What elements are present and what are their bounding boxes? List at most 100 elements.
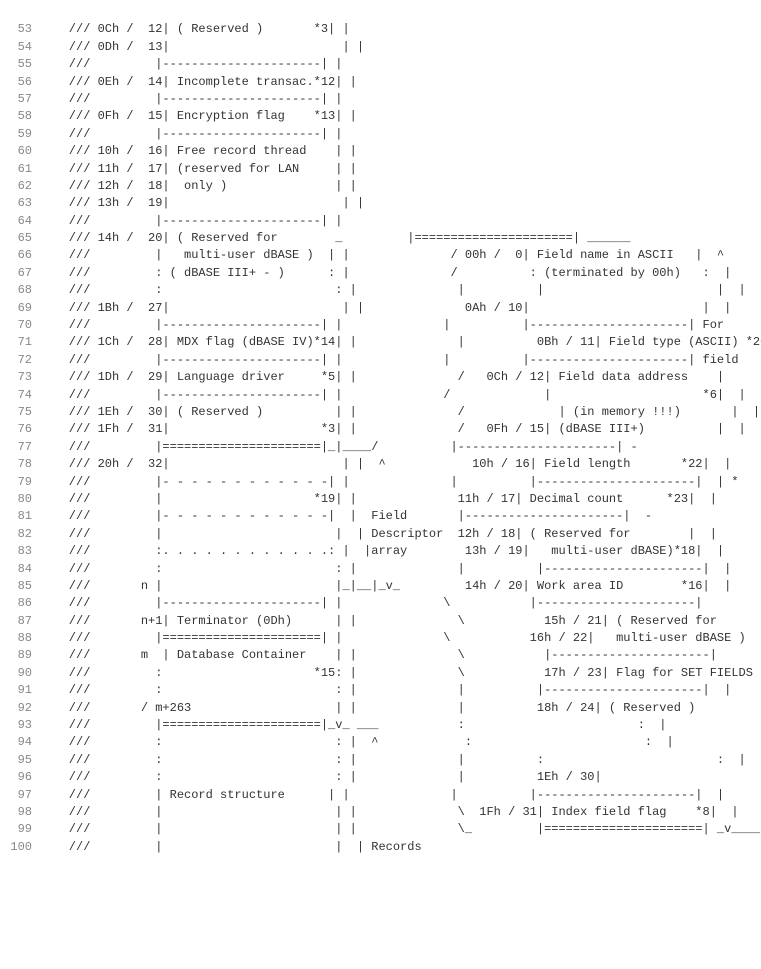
line-number: 57 bbox=[4, 91, 40, 108]
line-content: /// : : | | 1Eh / 30| | | bbox=[40, 769, 761, 786]
line-number: 76 bbox=[4, 421, 40, 438]
line-content: /// |----------------------| | | |------… bbox=[40, 352, 757, 369]
line: 85 /// n | |_|__|_v_ 14h / 20| Work area… bbox=[0, 578, 761, 595]
line-number: 98 bbox=[4, 804, 40, 821]
line-content: /// m | Database Container | | \ |------… bbox=[40, 647, 757, 664]
line: 91 /// : : | | |----------------------| … bbox=[0, 682, 761, 699]
line-number: 63 bbox=[4, 195, 40, 212]
line-content: /// 10h / 16| Free record thread | | bbox=[40, 143, 757, 160]
line: 67 /// : ( dBASE III+ - ) : | / : (termi… bbox=[0, 265, 761, 282]
line: 96 /// : : | | 1Eh / 30| | | bbox=[0, 769, 761, 786]
line-number: 86 bbox=[4, 595, 40, 612]
line-number: 60 bbox=[4, 143, 40, 160]
line-content: /// : : | | |----------------------| | bbox=[40, 561, 757, 578]
line-content: /// / m+263 | | | 18h / 24| ( Reserved )… bbox=[40, 700, 761, 717]
line-number: 59 bbox=[4, 126, 40, 143]
line-content: /// 0Fh / 15| Encryption flag *13| | bbox=[40, 108, 757, 125]
line: 81 /// |- - - - - - - - - - - -| | Field… bbox=[0, 508, 761, 525]
code-view: 53 /// 0Ch / 12| ( Reserved ) *3| |54 //… bbox=[0, 0, 761, 860]
line: 64 /// |----------------------| | bbox=[0, 213, 761, 230]
line-content: /// |======================|_v_ ___ : : … bbox=[40, 717, 757, 734]
line: 73 /// 1Dh / 29| Language driver *5| | /… bbox=[0, 369, 761, 386]
line-content: /// 1Dh / 29| Language driver *5| | / 0C… bbox=[40, 369, 757, 386]
line-number: 67 bbox=[4, 265, 40, 282]
line-number: 54 bbox=[4, 39, 40, 56]
line: 79 /// |- - - - - - - - - - - -| | | |--… bbox=[0, 474, 761, 491]
line: 95 /// : : | | : : | bbox=[0, 752, 761, 769]
line-number: 82 bbox=[4, 526, 40, 543]
line: 71 /// 1Ch / 28| MDX flag (dBASE IV)*14|… bbox=[0, 334, 761, 351]
line: 69 /// 1Bh / 27| | | 0Ah / 10| | | bbox=[0, 300, 761, 317]
line-number: 90 bbox=[4, 665, 40, 682]
line-number: 75 bbox=[4, 404, 40, 421]
line-content: /// | | | Descriptor 12h / 18| ( Reserve… bbox=[40, 526, 757, 543]
line-content: /// : ( dBASE III+ - ) : | / : (terminat… bbox=[40, 265, 757, 282]
line: 77 /// |======================|_|____/ |… bbox=[0, 439, 761, 456]
line-number: 69 bbox=[4, 300, 40, 317]
line: 54 /// 0Dh / 13| | | bbox=[0, 39, 761, 56]
line-number: 81 bbox=[4, 508, 40, 525]
line-content: /// |----------------------| | \ |------… bbox=[40, 595, 757, 612]
line-content: /// 14h / 20| ( Reserved for _ |========… bbox=[40, 230, 757, 247]
line-number: 58 bbox=[4, 108, 40, 125]
line: 89 /// m | Database Container | | \ |---… bbox=[0, 647, 761, 664]
line: 90 /// : *15: | \ 17h / 23| Flag for SET… bbox=[0, 665, 761, 682]
line: 86 /// |----------------------| | \ |---… bbox=[0, 595, 761, 612]
line-content: /// |- - - - - - - - - - - -| | | |-----… bbox=[40, 474, 757, 491]
line-content: /// : : | ^ : : | bbox=[40, 734, 757, 751]
line-number: 68 bbox=[4, 282, 40, 299]
line-number: 83 bbox=[4, 543, 40, 560]
line: 92 /// / m+263 | | | 18h / 24| ( Reserve… bbox=[0, 700, 761, 717]
line-number: 94 bbox=[4, 734, 40, 751]
line-number: 53 bbox=[4, 21, 40, 38]
line: 74 /// |----------------------| | / | *6… bbox=[0, 387, 761, 404]
line: 82 /// | | | Descriptor 12h / 18| ( Rese… bbox=[0, 526, 761, 543]
line-content: /// | | | \ 1Fh / 31| Index field flag *… bbox=[40, 804, 757, 821]
line-content: /// |----------------------| | bbox=[40, 126, 757, 143]
line: 56 /// 0Eh / 14| Incomplete transac.*12|… bbox=[0, 74, 761, 91]
line-content: /// |======================|_|____/ |---… bbox=[40, 439, 757, 456]
line: 59 /// |----------------------| | bbox=[0, 126, 761, 143]
line-number: 74 bbox=[4, 387, 40, 404]
line-content: /// |----------------------| | | |------… bbox=[40, 317, 757, 334]
line-content: /// 1Eh / 30| ( Reserved ) | | / | (in m… bbox=[40, 404, 760, 421]
line-content: /// 0Dh / 13| | | bbox=[40, 39, 757, 56]
line-content: /// | | | Records bbox=[40, 839, 757, 856]
line: 63 /// 13h / 19| | | bbox=[0, 195, 761, 212]
line-number: 71 bbox=[4, 334, 40, 351]
line: 61 /// 11h / 17| (reserved for LAN | | bbox=[0, 161, 761, 178]
line: 62 /// 12h / 18| only ) | | bbox=[0, 178, 761, 195]
line-number: 89 bbox=[4, 647, 40, 664]
line: 72 /// |----------------------| | | |---… bbox=[0, 352, 761, 369]
line: 97 /// | Record structure | | | |-------… bbox=[0, 787, 761, 804]
line: 76 /// 1Fh / 31| *3| | / 0Fh / 15| (dBAS… bbox=[0, 421, 761, 438]
line-content: /// 1Fh / 31| *3| | / 0Fh / 15| (dBASE I… bbox=[40, 421, 757, 438]
line-content: /// | multi-user dBASE ) | | / 00h / 0| … bbox=[40, 247, 757, 264]
line-number: 65 bbox=[4, 230, 40, 247]
line: 93 /// |======================|_v_ ___ :… bbox=[0, 717, 761, 734]
line-content: /// | Record structure | | | |----------… bbox=[40, 787, 757, 804]
line-content: /// : *15: | \ 17h / 23| Flag for SET FI… bbox=[40, 665, 761, 682]
line-content: /// |----------------------| | bbox=[40, 213, 757, 230]
line-number: 66 bbox=[4, 247, 40, 264]
line-content: /// : : | | | | | bbox=[40, 282, 757, 299]
line-content: /// 20h / 32| | | ^ 10h / 16| Field leng… bbox=[40, 456, 757, 473]
line-content: /// : : | | |----------------------| | bbox=[40, 682, 757, 699]
line: 68 /// : : | | | | | bbox=[0, 282, 761, 299]
line-number: 85 bbox=[4, 578, 40, 595]
line: 65 /// 14h / 20| ( Reserved for _ |=====… bbox=[0, 230, 761, 247]
line-number: 72 bbox=[4, 352, 40, 369]
line: 94 /// : : | ^ : : | bbox=[0, 734, 761, 751]
line-number: 56 bbox=[4, 74, 40, 91]
line-number: 92 bbox=[4, 700, 40, 717]
line-number: 87 bbox=[4, 613, 40, 630]
line: 66 /// | multi-user dBASE ) | | / 00h / … bbox=[0, 247, 761, 264]
line: 53 /// 0Ch / 12| ( Reserved ) *3| | bbox=[0, 21, 761, 38]
line: 58 /// 0Fh / 15| Encryption flag *13| | bbox=[0, 108, 761, 125]
line-content: /// 11h / 17| (reserved for LAN | | bbox=[40, 161, 757, 178]
line: 84 /// : : | | |----------------------| … bbox=[0, 561, 761, 578]
line-content: /// |----------------------| | bbox=[40, 56, 757, 73]
line-number: 79 bbox=[4, 474, 40, 491]
line-content: /// 1Ch / 28| MDX flag (dBASE IV)*14| | … bbox=[40, 334, 761, 351]
line-number: 91 bbox=[4, 682, 40, 699]
